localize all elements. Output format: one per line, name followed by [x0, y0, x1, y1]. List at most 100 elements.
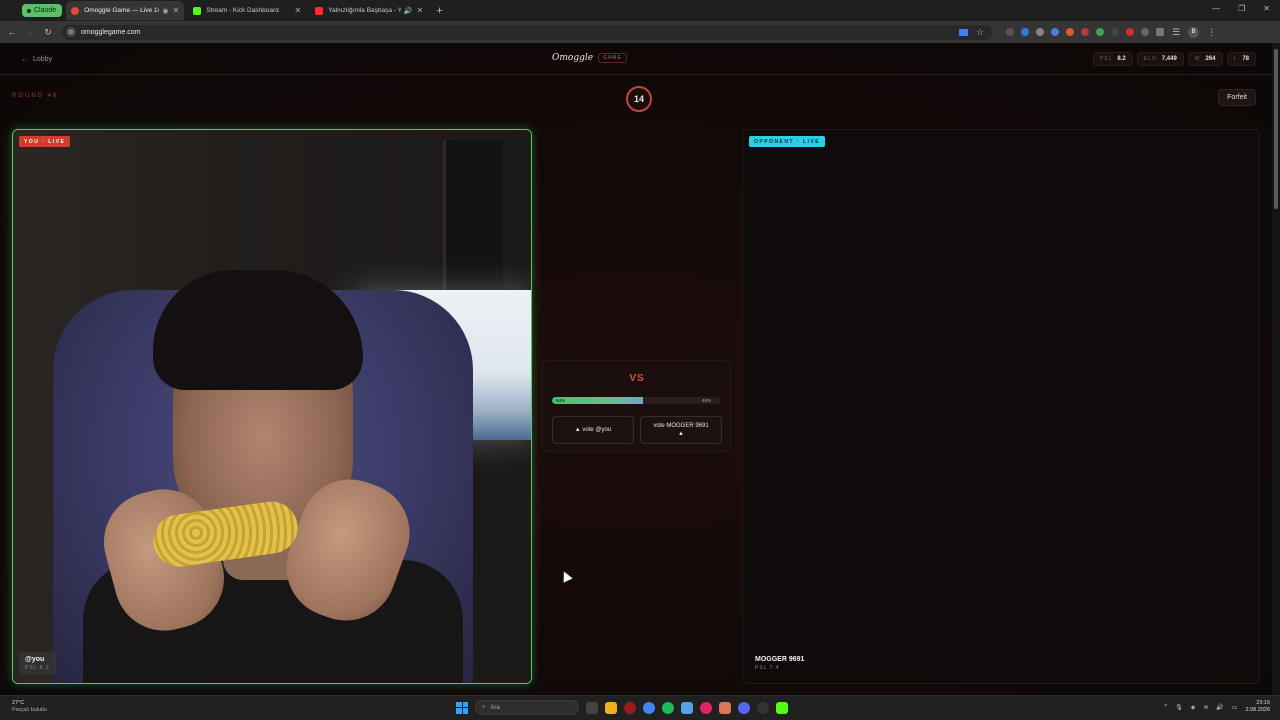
- battery-icon[interactable]: ▭: [1232, 704, 1238, 711]
- kick-icon[interactable]: [776, 701, 788, 714]
- webcam-feed: [13, 130, 531, 683]
- vote-share-bar: [552, 397, 720, 404]
- kebab-menu-icon[interactable]: ⋮: [1207, 27, 1216, 38]
- you-psl: PSL 8.2: [25, 665, 50, 671]
- tab-search-icon[interactable]: ☰: [1172, 27, 1180, 38]
- vs-voting-card: VS 54% 46% ▲ vote @you vote MOGGER 9691 …: [541, 360, 731, 452]
- logo: Omoggle GAME: [552, 53, 627, 63]
- round-timer: 14: [626, 86, 652, 112]
- tab-title: Yalnızlığımla Başbaşa - YouTube: [328, 7, 401, 14]
- extension-icon[interactable]: [1051, 28, 1059, 36]
- lobby-button[interactable]: ← Lobby: [14, 52, 59, 67]
- kick-favicon-icon: [193, 6, 202, 15]
- close-window-icon[interactable]: ✕: [1263, 4, 1270, 13]
- app-icon[interactable]: [700, 701, 712, 714]
- vote-you-button[interactable]: ▲ vote @you: [552, 416, 634, 444]
- time: 23:16: [1256, 700, 1270, 706]
- taskbar-search[interactable]: ⌕ Ara: [475, 700, 579, 715]
- extensions-puzzle-icon[interactable]: [1156, 28, 1164, 36]
- browser-tab-bar: Claude Omoggle Game — Live 1v1 ◉ ✕ Strea…: [0, 0, 1280, 21]
- app-icon[interactable]: [624, 701, 636, 714]
- logo-badge: GAME: [598, 53, 627, 63]
- site-info-icon[interactable]: ⚙: [66, 27, 76, 37]
- tab-title: Omoggle Game — Live 1v1: [84, 7, 160, 14]
- extension-icon[interactable]: [1036, 28, 1044, 36]
- lobby-label: Lobby: [33, 56, 53, 63]
- extension-icon[interactable]: [1141, 28, 1149, 36]
- chrome-icon[interactable]: [643, 701, 655, 714]
- close-tab-icon[interactable]: ✕: [172, 6, 179, 15]
- vote-opponent-label: vote MOGGER 9691: [653, 422, 709, 429]
- chevron-up-icon[interactable]: ^: [1164, 704, 1167, 710]
- stat-key: L: [1233, 56, 1238, 62]
- app-icon[interactable]: [757, 701, 769, 714]
- browser-tab-kick[interactable]: Stream - Kick Dashboard ✕: [188, 1, 306, 20]
- scrollbar-thumb[interactable]: [1274, 49, 1278, 209]
- windows-start-icon[interactable]: [456, 701, 468, 714]
- extension-icon[interactable]: [1006, 28, 1014, 36]
- player-stats: PSL 8.2 ELO 7,449 W 264 L 78: [1092, 52, 1256, 66]
- extensions-row: [1006, 28, 1164, 36]
- claude-icon[interactable]: [719, 701, 731, 714]
- stat-wins: W 264: [1187, 52, 1223, 66]
- speaker-icon[interactable]: 🔊: [404, 7, 413, 15]
- reload-icon[interactable]: ↻: [40, 27, 56, 38]
- system-tray: ^ 🎙 ◈ ≋ 🔊 ▭ 23:16 2.08.2026: [1164, 700, 1270, 715]
- up-arrow-icon: ▲: [678, 431, 684, 437]
- vote-right-percent: 46%: [702, 398, 712, 403]
- mouse-cursor-icon: [559, 569, 573, 583]
- stat-key: ELO: [1143, 56, 1157, 62]
- extension-icon[interactable]: [1081, 28, 1089, 36]
- stat-key: W: [1194, 56, 1201, 62]
- extension-icon[interactable]: [1096, 28, 1104, 36]
- stat-losses: L 78: [1226, 52, 1256, 66]
- temperature: 27°C: [12, 700, 25, 706]
- bookmark-star-icon[interactable]: ☆: [976, 27, 984, 38]
- browser-tab-youtube[interactable]: Yalnızlığımla Başbaşa - YouTube 🔊 ✕: [310, 1, 428, 20]
- vote-left-percent: 54%: [556, 398, 566, 403]
- new-tab-plus-icon[interactable]: +: [436, 5, 442, 17]
- tab-title: Stream - Kick Dashboard: [206, 7, 279, 14]
- record-icon: ◉: [162, 7, 169, 15]
- back-arrow-icon[interactable]: ←: [4, 27, 20, 37]
- settings-icon[interactable]: [681, 701, 693, 714]
- vs-title: VS: [629, 373, 645, 384]
- tab-group-chip[interactable]: Claude: [22, 4, 63, 17]
- extension-icon[interactable]: [1126, 28, 1134, 36]
- stat-value: 264: [1205, 56, 1216, 62]
- maximize-icon[interactable]: ❐: [1238, 4, 1245, 13]
- extension-icon[interactable]: [1111, 28, 1119, 36]
- spotify-icon[interactable]: [662, 701, 674, 714]
- microphone-icon[interactable]: 🎙: [1175, 704, 1183, 711]
- forfeit-button[interactable]: Forfeit: [1218, 89, 1256, 106]
- forward-arrow-icon[interactable]: →: [22, 27, 38, 37]
- page-scrollbar[interactable]: [1272, 43, 1280, 695]
- profile-avatar-icon[interactable]: B: [1188, 26, 1200, 38]
- volume-icon[interactable]: 🔊: [1216, 704, 1223, 711]
- close-tab-icon[interactable]: ✕: [294, 6, 301, 15]
- extension-icon[interactable]: [1021, 28, 1029, 36]
- omoggle-favicon-icon: [71, 6, 80, 15]
- search-placeholder: Ara: [490, 704, 500, 711]
- screen-share-icon[interactable]: [958, 28, 968, 36]
- clock[interactable]: 23:16 2.08.2026: [1246, 700, 1270, 715]
- file-explorer-icon[interactable]: [605, 701, 617, 714]
- round-label: ROUND 46: [12, 93, 59, 99]
- extension-icon[interactable]: [1066, 28, 1074, 36]
- stat-value: 7,449: [1161, 56, 1177, 62]
- minimize-icon[interactable]: —: [1212, 4, 1220, 13]
- close-tab-icon[interactable]: ✕: [416, 6, 423, 15]
- wifi-icon[interactable]: ≋: [1203, 704, 1208, 711]
- you-name: @you: [25, 656, 45, 663]
- task-view-icon[interactable]: [586, 701, 598, 714]
- vote-opponent-button[interactable]: vote MOGGER 9691 ▲: [640, 416, 722, 444]
- browser-tab-omoggle[interactable]: Omoggle Game — Live 1v1 ◉ ✕: [66, 1, 185, 20]
- address-bar[interactable]: ⚙ omogglegame.com ☆: [62, 24, 992, 40]
- discord-icon[interactable]: [738, 701, 750, 714]
- stat-psl: PSL 8.2: [1092, 52, 1133, 66]
- your-video-panel: YOU · LIVE @you PSL 8.2: [12, 129, 532, 684]
- location-icon[interactable]: ◈: [1191, 704, 1196, 711]
- game-header: ← Lobby Omoggle GAME PSL 8.2 ELO 7,449 W…: [0, 43, 1272, 75]
- weather-widget[interactable]: 27°C Parçalı bulutlu: [12, 700, 47, 715]
- search-icon: ⌕: [482, 704, 486, 710]
